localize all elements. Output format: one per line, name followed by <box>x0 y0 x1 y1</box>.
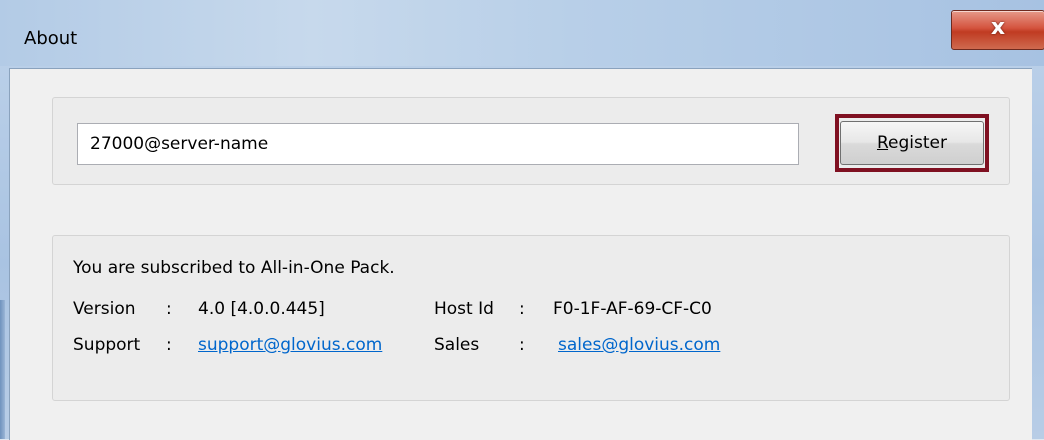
sales-email-link[interactable]: sales@glovius.com <box>558 335 720 355</box>
support-label: Support <box>73 335 141 355</box>
close-icon: x <box>990 15 1006 40</box>
hostid-separator: : <box>519 299 525 319</box>
support-email-link[interactable]: support@glovius.com <box>198 335 382 355</box>
title-bar[interactable]: About x <box>0 0 1044 66</box>
license-server-input[interactable] <box>77 123 799 165</box>
hostid-label: Host Id <box>434 299 494 319</box>
version-value: 4.0 [4.0.0.445] <box>198 299 325 319</box>
support-separator: : <box>166 335 172 355</box>
sales-label: Sales <box>434 335 480 355</box>
about-dialog: About x Register You are subscribed to A… <box>0 0 1044 440</box>
sales-separator: : <box>519 335 525 355</box>
license-panel: Register <box>52 97 1010 185</box>
version-label: Version <box>73 299 136 319</box>
window-edge <box>0 300 5 439</box>
window-title: About <box>24 28 78 49</box>
register-button[interactable]: Register <box>840 121 984 165</box>
info-panel: You are subscribed to All-in-One Pack. V… <box>52 235 1010 401</box>
register-accelerator: R <box>876 133 889 153</box>
dialog-client-area: Register You are subscribed to All-in-On… <box>9 68 1032 440</box>
version-separator: : <box>166 299 172 319</box>
hostid-value: F0-1F-AF-69-CF-C0 <box>553 299 712 319</box>
close-button[interactable]: x <box>951 10 1044 50</box>
subscription-text: You are subscribed to All-in-One Pack. <box>73 258 395 278</box>
register-label: egister <box>888 133 947 153</box>
